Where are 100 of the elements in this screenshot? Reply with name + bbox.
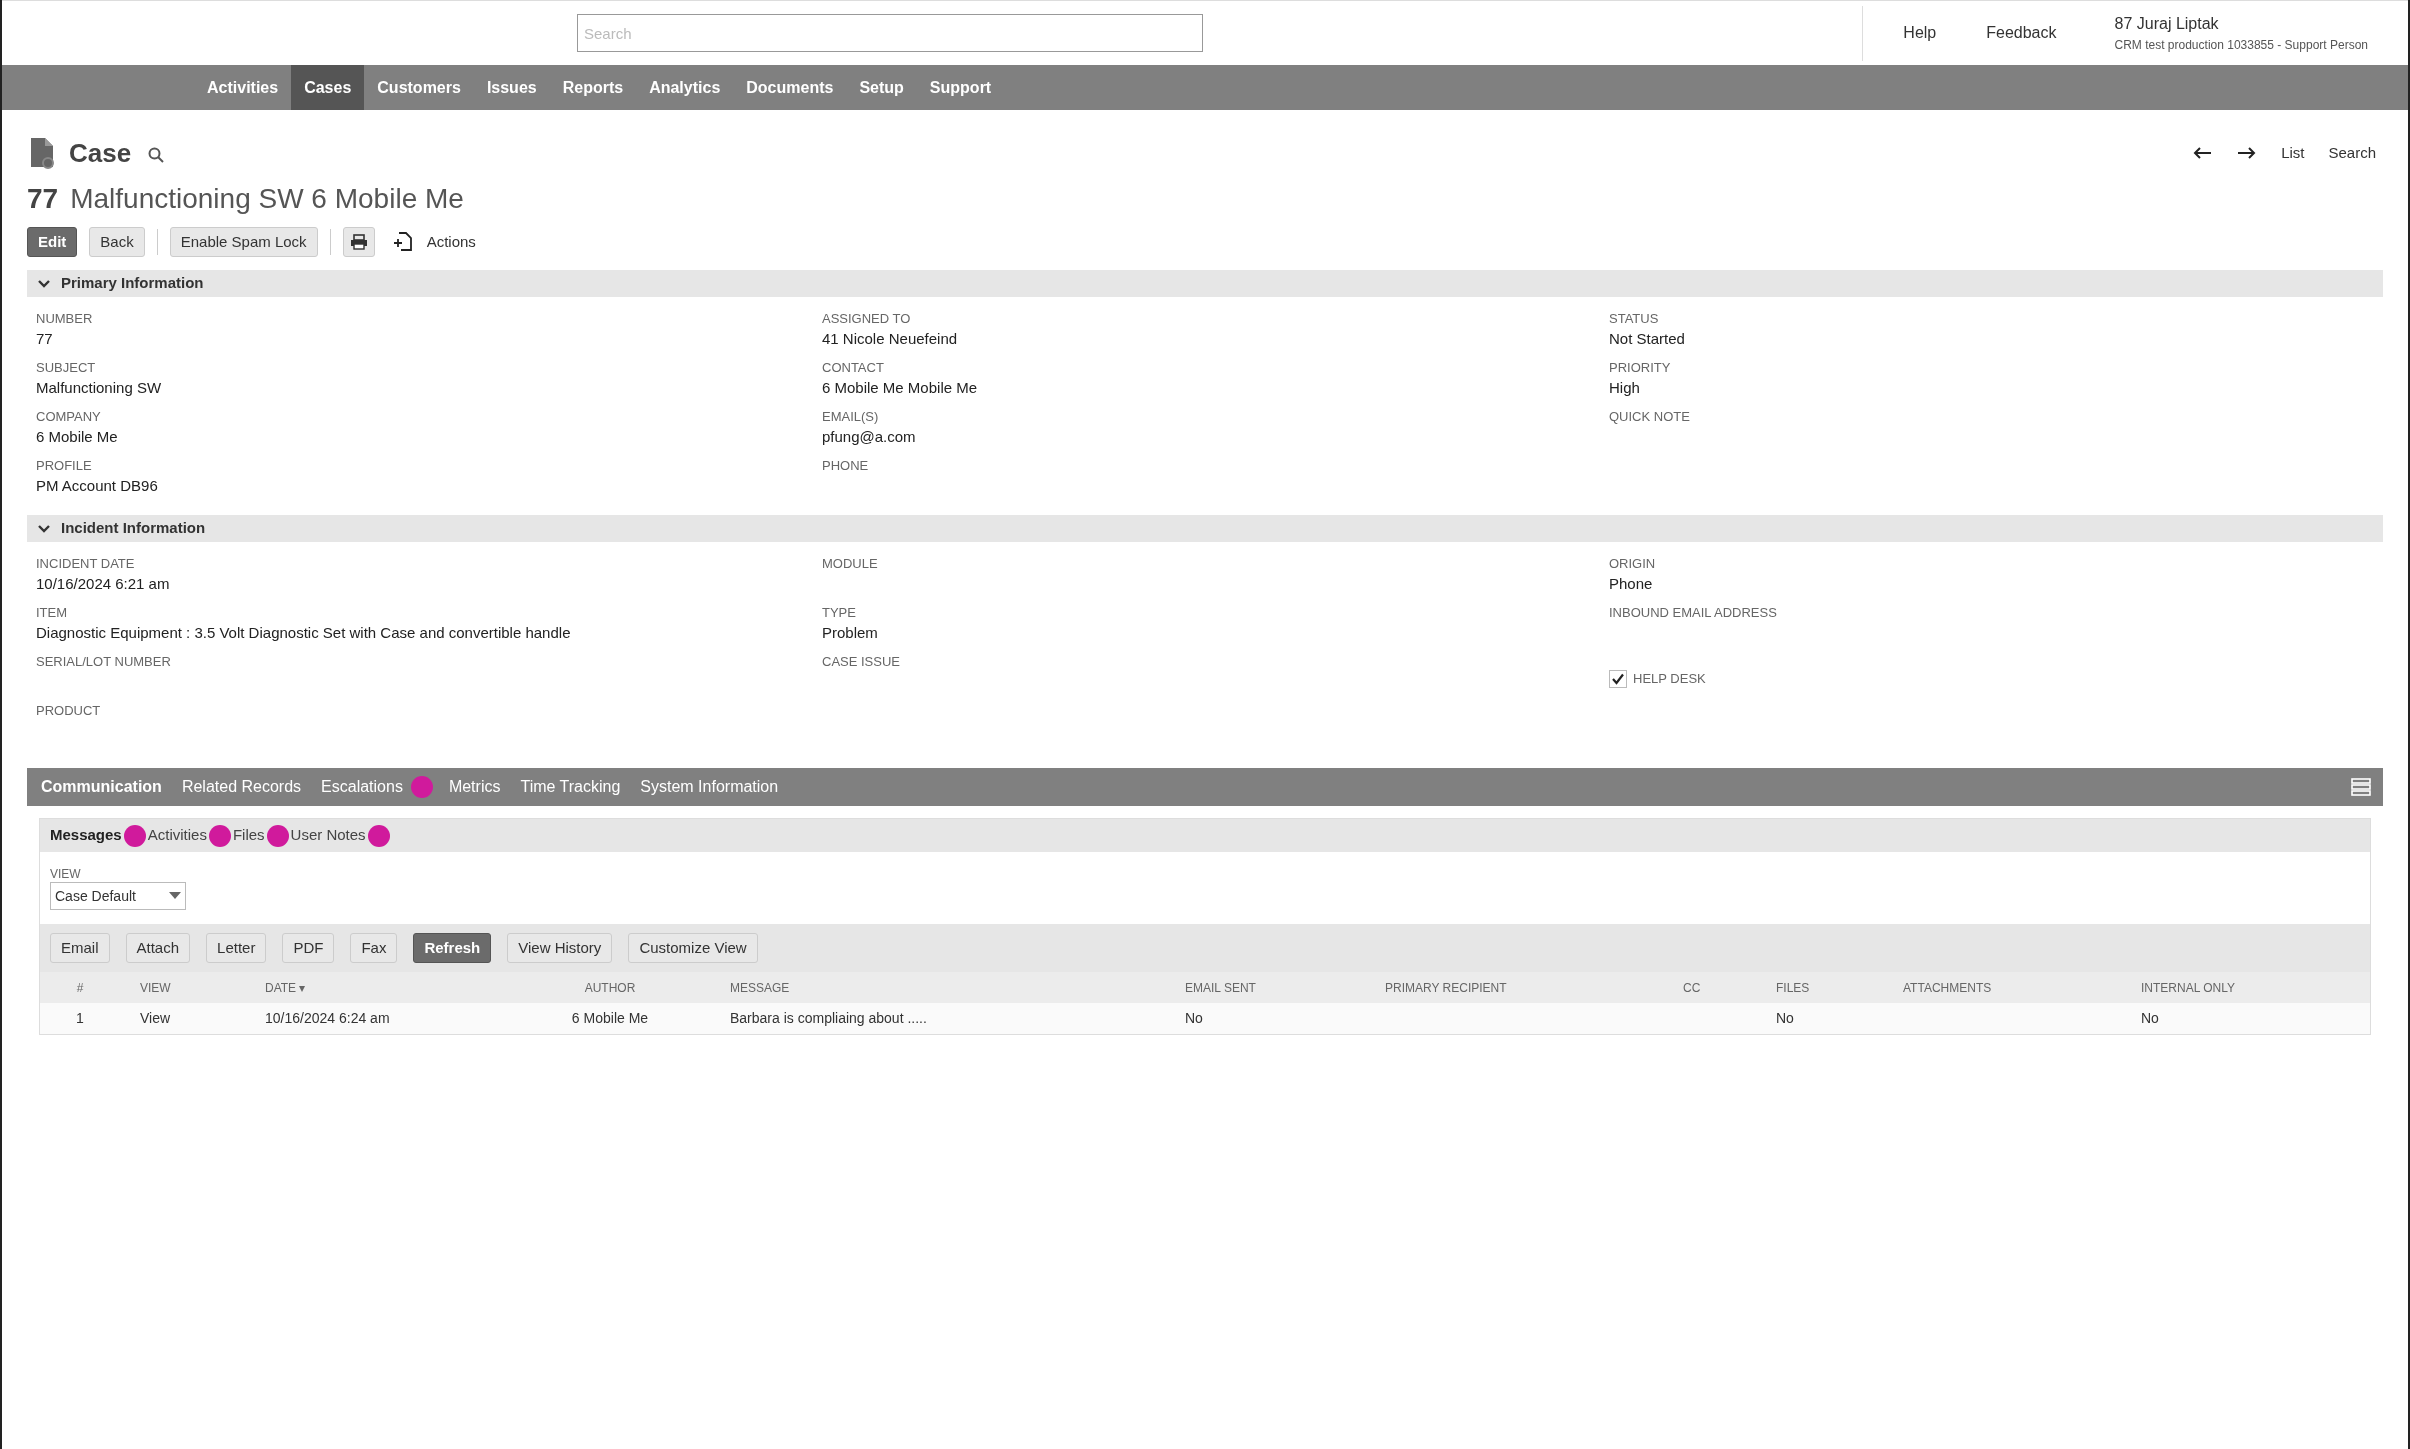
nav-item[interactable]: Customers bbox=[364, 65, 474, 110]
field-label: PHONE bbox=[822, 457, 870, 475]
section-title: Incident Information bbox=[61, 518, 206, 539]
toolbar-button[interactable]: PDF bbox=[282, 933, 335, 963]
field-label: NUMBER bbox=[36, 310, 94, 328]
checkmark-icon bbox=[1611, 671, 1625, 686]
print-button[interactable] bbox=[342, 227, 375, 257]
record-number: 77 bbox=[27, 182, 59, 216]
nav-item[interactable]: Cases bbox=[291, 65, 365, 110]
chevron-icon bbox=[37, 523, 51, 534]
column-header: CC bbox=[1683, 979, 1701, 997]
column-header: AUTHOR bbox=[584, 979, 636, 997]
section-title: Primary Information bbox=[61, 273, 204, 294]
field-value: 10/16/2024 6:21 am bbox=[36, 574, 171, 594]
left-arrow-icon[interactable] bbox=[2192, 146, 2213, 160]
field-label: CONTACT bbox=[822, 359, 885, 377]
actions-link[interactable]: Actions bbox=[426, 230, 476, 254]
field-label: STATUS bbox=[1609, 310, 1660, 328]
field-label: INBOUND EMAIL ADDRESS bbox=[1609, 604, 1778, 622]
right-arrow-icon[interactable] bbox=[2237, 146, 2258, 160]
nav-item[interactable]: Support bbox=[916, 65, 1005, 110]
view-label: VIEW bbox=[50, 866, 82, 882]
field-label: HELP DESK bbox=[1633, 669, 1706, 688]
column-header: VIEW bbox=[140, 979, 171, 997]
checkbox[interactable] bbox=[1609, 669, 1627, 688]
pager-link[interactable]: Search bbox=[2328, 141, 2376, 165]
toolbar-button[interactable]: Letter bbox=[206, 933, 267, 963]
view-select[interactable]: Case Default bbox=[50, 882, 186, 910]
view-link[interactable]: View bbox=[140, 1008, 171, 1029]
field-label: QUICK NOTE bbox=[1609, 408, 1691, 426]
field-label: INCIDENT DATE bbox=[36, 555, 136, 573]
nav-item[interactable]: Analytics bbox=[636, 65, 734, 110]
table-cell-text: No bbox=[1776, 1009, 1794, 1028]
table-cell-text: No bbox=[2141, 1009, 2159, 1028]
table-cell-text: No bbox=[1185, 1009, 1203, 1028]
column-header: DATE ▾ bbox=[265, 979, 306, 997]
record-title: Malfunctioning SW 6 Mobile Me bbox=[70, 182, 464, 216]
section-header[interactable]: Primary Information bbox=[27, 270, 2383, 297]
column-header: PRIMARY RECIPIENT bbox=[1385, 979, 1507, 997]
table-cell-text: Barbara is compliaing about ..... bbox=[730, 1009, 927, 1028]
field-label: ORIGIN bbox=[1609, 555, 1657, 573]
search-icon[interactable] bbox=[147, 146, 166, 164]
tab[interactable]: System Information bbox=[640, 775, 779, 799]
toolbar-button[interactable]: Fax bbox=[350, 933, 398, 963]
header-link[interactable]: Help bbox=[1903, 21, 1937, 45]
field-label: SUBJECT bbox=[36, 359, 97, 377]
field-value: Diagnostic Equipment : 3.5 Volt Diagnostic Set with Case and convertible handle bbox=[36, 623, 572, 643]
subtab[interactable]: Files bbox=[232, 824, 265, 847]
user-name[interactable]: 87 Juraj Liptak bbox=[2114, 12, 2368, 36]
nav-item[interactable]: Setup bbox=[846, 65, 917, 110]
record-type: Case bbox=[69, 136, 132, 170]
field-label: PRIORITY bbox=[1609, 359, 1672, 377]
toolbar-button[interactable]: Refresh bbox=[413, 933, 492, 963]
field-label: MODULE bbox=[822, 555, 879, 573]
field-value: Malfunctioning SW bbox=[36, 378, 163, 398]
subtab[interactable]: Messages bbox=[50, 824, 122, 847]
toolbar-button[interactable]: View History bbox=[507, 933, 613, 963]
field-value: pfung@a.com bbox=[822, 427, 917, 447]
menu-icon[interactable] bbox=[2351, 778, 2371, 796]
header-link[interactable]: Feedback bbox=[1986, 21, 2057, 45]
toolbar-button[interactable]: Enable Spam Lock bbox=[169, 227, 318, 257]
dropdown-caret-icon bbox=[169, 892, 181, 900]
nav-item[interactable]: Documents bbox=[733, 65, 847, 110]
add-document-icon[interactable] bbox=[392, 231, 413, 253]
chevron-icon bbox=[37, 278, 51, 289]
field-label: TYPE bbox=[822, 604, 857, 622]
toolbar-button[interactable]: Attach bbox=[125, 933, 191, 963]
field-value: Phone bbox=[1609, 574, 1654, 594]
tab[interactable]: Metrics bbox=[448, 775, 501, 799]
field-value: High bbox=[1609, 378, 1641, 398]
tab[interactable]: Escalations bbox=[321, 775, 403, 799]
tab[interactable]: Communication bbox=[41, 775, 162, 799]
user-subtitle: CRM test production 1033855 - Support Person bbox=[2114, 37, 2368, 54]
nav-item[interactable]: Reports bbox=[549, 65, 637, 110]
toolbar-button[interactable]: Email bbox=[50, 933, 110, 963]
search-field[interactable]: Search bbox=[577, 14, 1203, 52]
column-header: MESSAGE bbox=[730, 979, 790, 997]
column-header: INTERNAL ONLY bbox=[2141, 979, 2236, 997]
toolbar-button[interactable]: Back bbox=[89, 227, 145, 257]
field-label: ASSIGNED TO bbox=[822, 310, 912, 328]
column-header: ATTACHMENTS bbox=[1903, 979, 1992, 997]
field-label: CASE ISSUE bbox=[822, 653, 902, 671]
field-value: 77 bbox=[36, 329, 54, 349]
subtab[interactable]: User Notes bbox=[290, 824, 366, 847]
printer-icon bbox=[349, 234, 368, 250]
nav-item[interactable]: Activities bbox=[194, 65, 292, 110]
section-header[interactable]: Incident Information bbox=[27, 515, 2383, 542]
field-value: Problem bbox=[822, 623, 879, 643]
tab[interactable]: Time Tracking bbox=[520, 775, 621, 799]
pager-link[interactable]: List bbox=[2281, 141, 2305, 165]
toolbar-button[interactable]: Customize View bbox=[628, 933, 758, 963]
tab[interactable]: Related Records bbox=[181, 775, 302, 799]
nav-item[interactable]: Issues bbox=[473, 65, 550, 110]
toolbar-button[interactable]: Edit bbox=[27, 227, 78, 257]
document-icon bbox=[29, 137, 55, 169]
column-header: # bbox=[76, 979, 84, 997]
field-value: 6 Mobile Me Mobile Me bbox=[822, 378, 979, 398]
subtab[interactable]: Activities bbox=[147, 824, 207, 847]
field-label: EMAIL(S) bbox=[822, 408, 880, 426]
field-value: Not Started bbox=[1609, 329, 1686, 349]
